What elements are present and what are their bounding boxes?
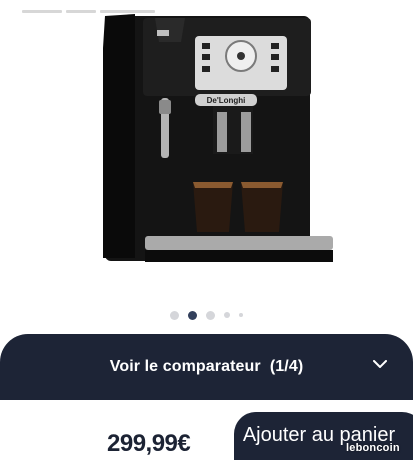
carousel-dot[interactable] <box>170 310 179 320</box>
carousel-dot[interactable] <box>206 310 215 320</box>
price: 299,99€ <box>107 430 191 457</box>
watermark: leboncoin <box>346 442 400 454</box>
carousel-indicator[interactable] <box>0 309 413 321</box>
top-divider <box>22 0 172 13</box>
comparator-toggle[interactable]: Voir le comparateur (1/4) <box>0 334 413 400</box>
comparator-label: Voir le comparateur (1/4) <box>110 358 304 376</box>
chevron-down-icon[interactable] <box>373 360 387 369</box>
coffee-machine-image: De'Longhi <box>103 14 333 262</box>
svg-text:De'Longhi: De'Longhi <box>207 96 246 105</box>
carousel-dot-active[interactable] <box>188 310 197 320</box>
carousel-dot[interactable] <box>224 312 230 318</box>
comparator-text: Voir le comparateur <box>109 358 261 375</box>
comparator-counter: (1/4) <box>269 358 304 375</box>
carousel-dot[interactable] <box>239 313 243 317</box>
